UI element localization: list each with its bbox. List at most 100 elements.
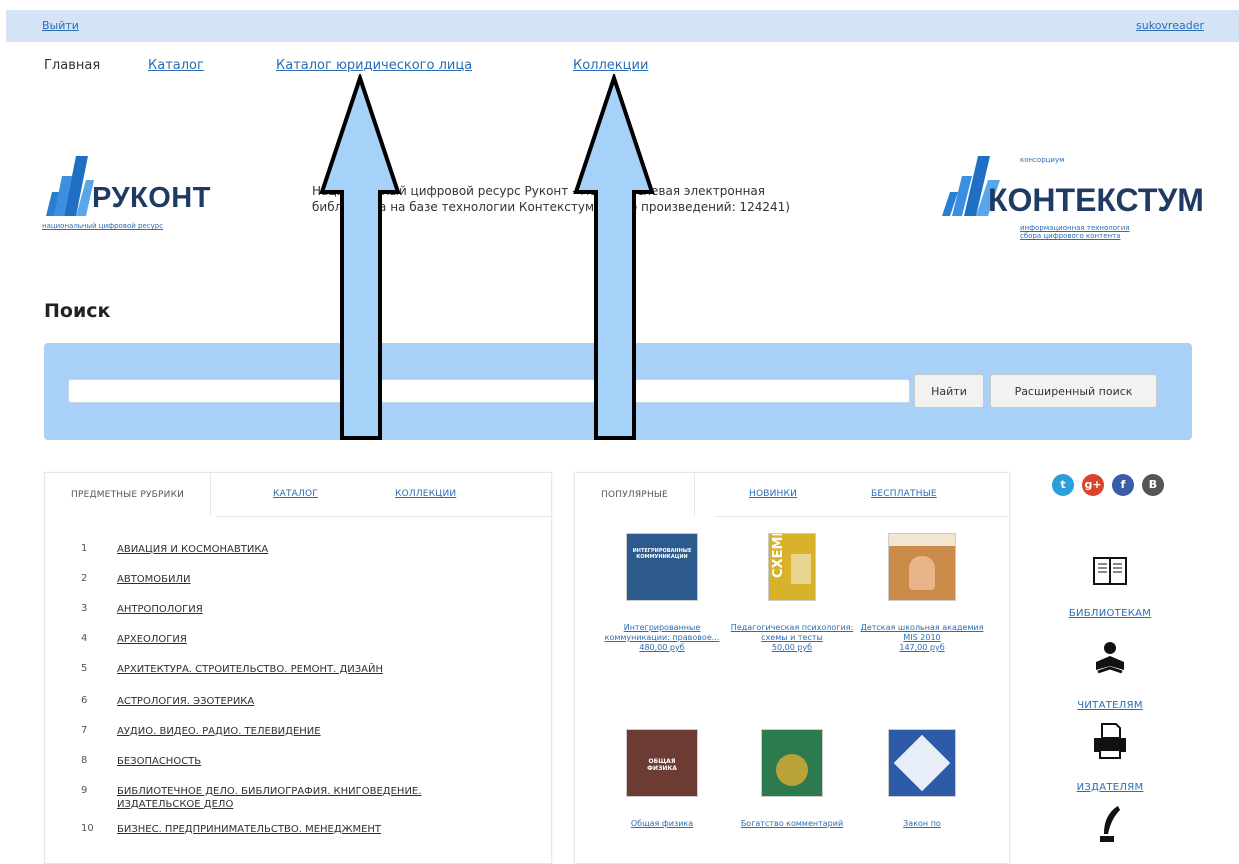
book-cover-art	[909, 556, 935, 590]
rubric-link[interactable]: АНТРОПОЛОГИЯ	[117, 603, 477, 616]
side-link-libraries[interactable]: БИБЛИОТЕКАМ	[1040, 552, 1180, 619]
book-card[interactable]: Детская школьная академия MIS 2010 147,0…	[857, 533, 987, 652]
logo-right-tagline-1: информационная технология	[1020, 224, 1130, 232]
rubric-link[interactable]: АСТРОЛОГИЯ. ЭЗОТЕРИКА	[117, 695, 477, 708]
rubric-number: 1	[81, 543, 88, 554]
side-link-readers[interactable]: ЧИТАТЕЛЯМ	[1040, 640, 1180, 711]
side-link-label[interactable]: БИБЛИОТЕКАМ	[1040, 608, 1180, 619]
logo-left-tagline: национальный цифровой ресурс	[42, 222, 164, 230]
rubric-link[interactable]: АВТОМОБИЛИ	[117, 573, 477, 586]
tab-subject-rubrics[interactable]: ПРЕДМЕТНЫЕ РУБРИКИ	[45, 473, 212, 517]
advanced-search-button[interactable]: Расширенный поиск	[990, 374, 1157, 408]
logout-link[interactable]: Выйти	[42, 19, 79, 32]
printer-icon	[1094, 723, 1126, 759]
top-bar: Выйти sukovreader	[6, 10, 1239, 42]
book-cover[interactable]	[888, 533, 956, 601]
book-cover[interactable]: ИНТЕГРИРОВАННЫЕ КОММУНИКАЦИИ	[626, 533, 698, 601]
find-button[interactable]: Найти	[914, 374, 984, 408]
twitter-icon[interactable]: t	[1052, 474, 1074, 496]
search-input[interactable]	[68, 379, 910, 403]
book-cover-art	[791, 554, 811, 584]
reader-icon	[1096, 642, 1124, 674]
side-link-authors[interactable]	[1040, 804, 1180, 848]
contextum-logo[interactable]: консорциум КОНТЕКСТУМ информационная тех…	[940, 152, 1204, 252]
tab-collections[interactable]: КОЛЛЕКЦИИ	[395, 489, 456, 499]
books-panel: ПОПУЛЯРНЫЕ НОВИНКИ БЕСПЛАТНЫЕ ИНТЕГРИРОВ…	[574, 472, 1010, 864]
annotation-arrow-up-left	[319, 74, 401, 440]
logo-right-name: КОНТЕКСТУМ	[988, 182, 1204, 218]
rubric-link[interactable]: БЕЗОПАСНОСТЬ	[117, 755, 477, 768]
book-cover[interactable]	[888, 729, 956, 797]
book-cover[interactable]: ОБЩАЯ ФИЗИКА	[626, 729, 698, 797]
book-price[interactable]: 50,00 руб	[727, 643, 857, 652]
rubric-number: 2	[81, 573, 88, 584]
rubric-number: 3	[81, 603, 88, 614]
book-card[interactable]: ОБЩАЯ ФИЗИКА Общая физика	[597, 729, 727, 829]
rubric-link[interactable]: АРХИТЕКТУРА. СТРОИТЕЛЬСТВО. РЕМОНТ. ДИЗА…	[117, 663, 477, 676]
vk-icon[interactable]: В	[1142, 474, 1164, 496]
rubrics-panel: ПРЕДМЕТНЫЕ РУБРИКИ КАТАЛОГ КОЛЛЕКЦИИ 1 АВ…	[44, 472, 552, 864]
rubric-number: 9	[81, 785, 88, 796]
side-link-publishers[interactable]: ИЗДАТЕЛЯМ	[1040, 722, 1180, 793]
facebook-glyph: f	[1120, 478, 1126, 491]
book-cover[interactable]: СХЕМЫ	[768, 533, 816, 601]
book-card[interactable]: СХЕМЫ Педагогическая психология: схемы и…	[727, 533, 857, 652]
googleplus-icon[interactable]: g+	[1082, 474, 1104, 496]
tab-catalog[interactable]: КАТАЛОГ	[273, 489, 318, 499]
nav-catalog[interactable]: Каталог	[148, 58, 204, 73]
logo-right-tagline: информационная технология сбора цифровог…	[1020, 224, 1129, 240]
book-cover-text: ИНТЕГРИРОВАННЫЕ КОММУНИКАЦИИ	[632, 548, 692, 560]
rubric-number: 8	[81, 755, 88, 766]
book-icon	[1093, 557, 1127, 585]
book-cover-art	[893, 734, 951, 792]
book-title[interactable]: Общая физика	[597, 819, 727, 829]
rubric-number: 10	[81, 823, 94, 834]
book-price[interactable]: 480,00 руб	[597, 643, 727, 652]
logo-right-pre: консорциум	[1020, 156, 1065, 164]
facebook-icon[interactable]: f	[1112, 474, 1134, 496]
rubric-number: 5	[81, 663, 88, 674]
rubric-link[interactable]: АВИАЦИЯ И КОСМОНАВТИКА	[117, 543, 477, 556]
book-card[interactable]: ИНТЕГРИРОВАННЫЕ КОММУНИКАЦИИ Интегрирова…	[597, 533, 727, 652]
book-price[interactable]: 147,00 руб	[857, 643, 987, 652]
book-title[interactable]: Педагогическая психология: схемы и тесты	[727, 623, 857, 643]
vk-glyph: В	[1148, 478, 1158, 491]
nav-collections[interactable]: Коллекции	[573, 58, 648, 73]
book-title[interactable]: Закон по	[857, 819, 987, 829]
book-title[interactable]: Детская школьная академия MIS 2010	[857, 623, 987, 643]
tab-free[interactable]: БЕСПЛАТНЫЕ	[871, 489, 937, 499]
quill-icon	[1100, 806, 1120, 842]
side-link-label[interactable]: ЧИТАТЕЛЯМ	[1040, 700, 1180, 711]
nav-legal-catalog[interactable]: Каталог юридического лица	[276, 58, 472, 73]
book-title[interactable]: Богатство комментарий	[727, 819, 857, 829]
book-card[interactable]: Закон по	[857, 729, 987, 829]
rucont-logo[interactable]: РУКОНТ национальный цифровой ресурс	[42, 152, 232, 232]
book-cover-text: ОБЩАЯ ФИЗИКА	[647, 758, 677, 772]
book-cover-art	[776, 754, 808, 786]
book-cover-text: СХЕМЫ	[771, 533, 786, 578]
tab-new[interactable]: НОВИНКИ	[749, 489, 797, 499]
tab-popular[interactable]: ПОПУЛЯРНЫЕ	[575, 473, 695, 517]
tabs-divider	[215, 516, 551, 517]
search-title: Поиск	[44, 300, 111, 322]
rubrics-tabs: ПРЕДМЕТНЫЕ РУБРИКИ КАТАЛОГ КОЛЛЕКЦИИ	[45, 473, 551, 517]
logo-right-tagline-2: сбора цифрового контента	[1020, 232, 1121, 240]
tabs-divider	[715, 516, 1009, 517]
rubric-number: 7	[81, 725, 88, 736]
rubric-link[interactable]: БИБЛИОТЕЧНОЕ ДЕЛО. БИБЛИОГРАФИЯ. КНИГОВЕ…	[117, 785, 477, 811]
rubric-link[interactable]: АУДИО. ВИДЕО. РАДИО. ТЕЛЕВИДЕНИЕ	[117, 725, 477, 738]
rubric-number: 6	[81, 695, 88, 706]
book-title[interactable]: Интегрированные коммуникации: правовое..…	[597, 623, 727, 643]
rubric-link[interactable]: БИЗНЕС. ПРЕДПРИНИМАТЕЛЬСТВО. МЕНЕДЖМЕНТ	[117, 823, 477, 836]
nav-home[interactable]: Главная	[44, 58, 100, 73]
logo-bars-icon	[46, 156, 94, 216]
rubric-link[interactable]: АРХЕОЛОГИЯ	[117, 633, 477, 646]
annotation-arrow-up-right	[573, 74, 655, 440]
book-cover[interactable]	[761, 729, 823, 797]
book-card[interactable]: Богатство комментарий	[727, 729, 857, 829]
googleplus-glyph: g+	[1084, 478, 1102, 491]
side-link-label[interactable]: ИЗДАТЕЛЯМ	[1040, 782, 1180, 793]
twitter-glyph: t	[1060, 478, 1066, 491]
books-tabs: ПОПУЛЯРНЫЕ НОВИНКИ БЕСПЛАТНЫЕ	[575, 473, 1009, 517]
user-link[interactable]: sukovreader	[1136, 19, 1204, 32]
